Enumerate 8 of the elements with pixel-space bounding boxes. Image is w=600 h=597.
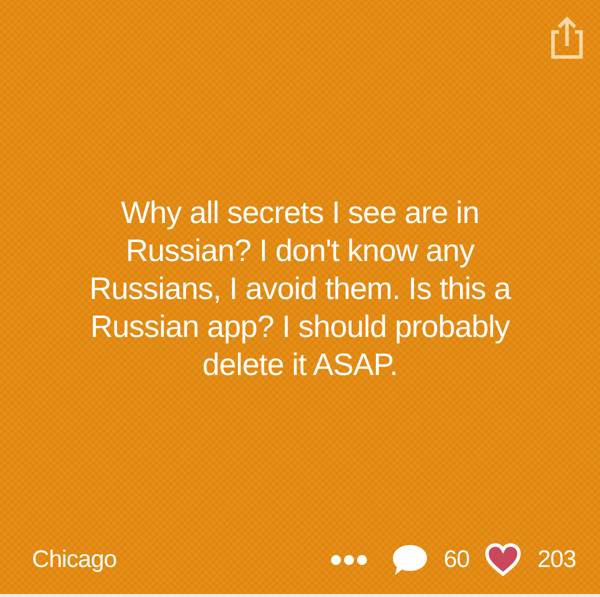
like-count: 203 [537, 545, 576, 575]
location-label: Chicago [32, 545, 117, 575]
message-text: Why all secrets I see are in Russian? I don't know any Russians, I avoid them. Is this a Russian app? I should probably delete it ASAP. [88, 194, 512, 384]
share-icon[interactable] [550, 16, 584, 60]
reply-count: 60 [444, 545, 470, 575]
heart-icon[interactable] [485, 543, 522, 577]
more-icon[interactable] [330, 554, 368, 566]
comment-icon[interactable] [392, 543, 428, 577]
